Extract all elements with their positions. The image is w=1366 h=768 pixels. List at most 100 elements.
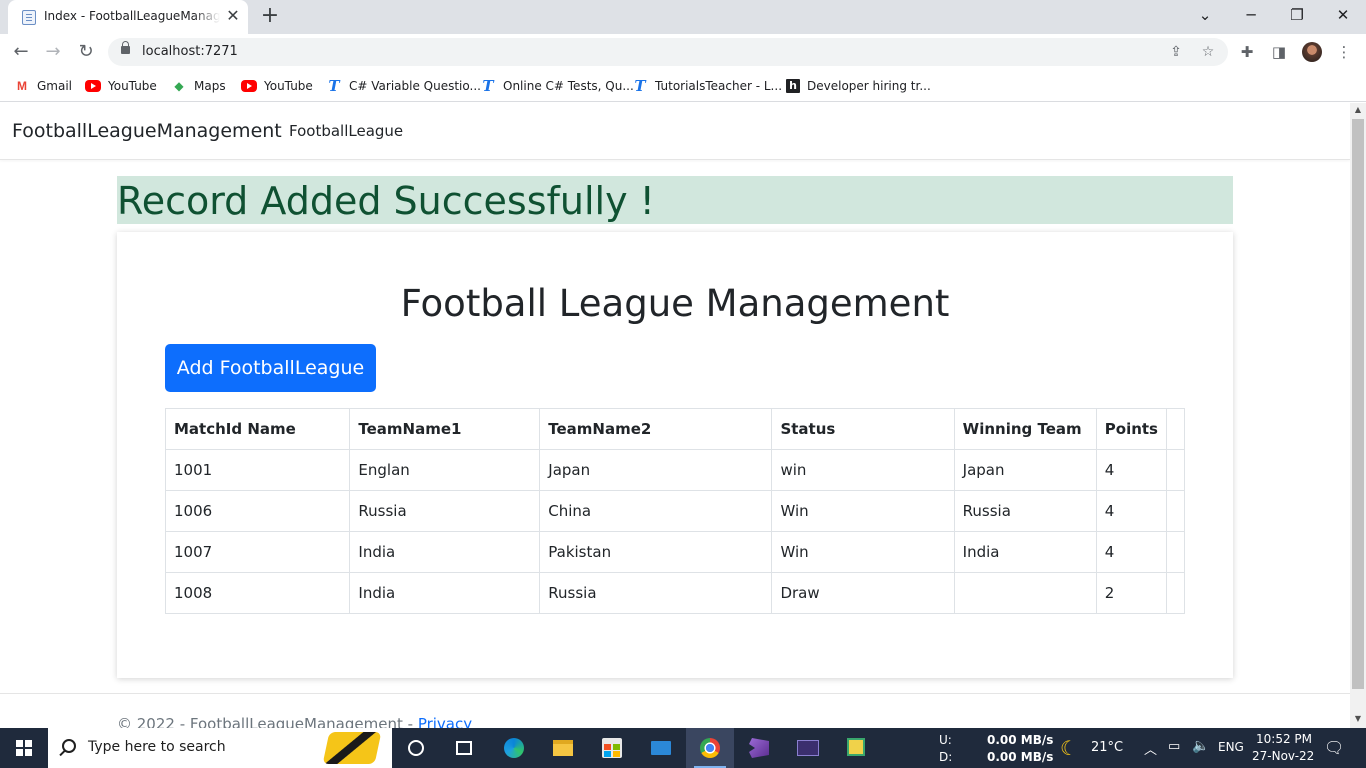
table-cell (1165, 490, 1186, 532)
clock-date[interactable]: 27-Nov-22 (1252, 749, 1314, 763)
terminal-icon (797, 740, 819, 756)
temperature[interactable]: 21°C (1091, 740, 1123, 755)
scroll-down-icon[interactable]: ▼ (1350, 712, 1366, 726)
taskbar-edge[interactable] (490, 728, 538, 768)
taskbar-mail[interactable] (637, 728, 685, 768)
browser-tab[interactable]: Index - FootballLeagueManagement ✕ (8, 0, 248, 34)
bookmark-csharp-variable[interactable]: T C# Variable Questio... (326, 76, 481, 96)
table-cell: win (771, 449, 955, 491)
start-button[interactable] (0, 728, 48, 768)
scroll-thumb[interactable] (1352, 119, 1364, 689)
side-panel-icon[interactable]: ◨ (1267, 40, 1291, 64)
bookmark-gmail[interactable]: M Gmail (14, 76, 72, 96)
bookmark-youtube-2[interactable]: YouTube (241, 76, 313, 96)
table-cell: 4 (1095, 490, 1167, 532)
taskbar-terminal[interactable] (784, 728, 832, 768)
search-highlight-icon[interactable] (322, 732, 382, 764)
table-cell: Russia (953, 490, 1097, 532)
add-footballleague-button[interactable]: Add FootballLeague (165, 344, 376, 392)
taskbar-chrome[interactable] (686, 728, 734, 768)
back-icon[interactable]: ← (8, 40, 34, 64)
address-bar[interactable]: localhost:7271 ⇪ ☆ (108, 38, 1228, 66)
scroll-up-icon[interactable]: ▲ (1350, 103, 1366, 117)
restore-icon[interactable]: ❐ (1283, 4, 1311, 26)
bookmarks-bar: M Gmail YouTube ◆ Maps YouTube T C# Vari… (0, 70, 1366, 102)
table-cell: 1006 (164, 490, 351, 532)
table-cell (953, 572, 1097, 614)
forward-icon[interactable]: → (40, 40, 66, 64)
footer: © 2022 - FootballLeagueManagement - Priv… (117, 715, 472, 728)
bookmark-online-tests[interactable]: T Online C# Tests, Qu... (480, 76, 633, 96)
table-cell: Draw (771, 572, 955, 614)
taskbar-store[interactable] (588, 728, 636, 768)
cortana-icon (408, 740, 424, 756)
table-cell: Japan (953, 449, 1097, 491)
tab-search-icon[interactable]: ⌄ (1191, 4, 1219, 26)
matches-table: MatchId Name TeamName1 TeamName2 Status … (164, 408, 1186, 614)
table-cell: Win (771, 490, 955, 532)
bookmark-label: YouTube (264, 79, 313, 93)
app-icon (847, 738, 865, 756)
search-placeholder: Type here to search (88, 739, 226, 755)
profile-avatar[interactable] (1302, 42, 1322, 62)
nav-link-footballleague[interactable]: FootballLeague (289, 122, 403, 140)
brand-link[interactable]: FootballLeagueManagement (12, 120, 282, 142)
net-upload-speed: 0.00 MB/s (987, 733, 1054, 747)
tutorialsteacher-icon: T (634, 77, 646, 95)
table-cell: Englan (349, 449, 541, 491)
maps-icon: ◆ (174, 79, 184, 93)
table-cell (1165, 572, 1186, 614)
alert-message: Record Added Successfully ! (117, 179, 655, 223)
bookmark-tutorialsteacher[interactable]: T TutorialsTeacher - L... (632, 76, 782, 96)
tab-title: Index - FootballLeagueManagement (44, 9, 220, 23)
table-header-row: MatchId Name TeamName1 TeamName2 Status … (164, 408, 1186, 450)
weather-moon-icon[interactable]: ☾ (1060, 736, 1078, 760)
clock-time[interactable]: 10:52 PM (1256, 732, 1312, 746)
menu-icon[interactable]: ⋮ (1332, 40, 1356, 64)
reload-icon[interactable]: ↻ (73, 40, 99, 64)
taskbar-file-explorer[interactable] (539, 728, 587, 768)
task-view-icon (456, 741, 472, 755)
url-text[interactable]: localhost:7271 (142, 44, 238, 59)
bookmark-label: TutorialsTeacher - L... (655, 79, 783, 93)
volume-icon[interactable]: 🔈 (1192, 738, 1209, 754)
bookmark-youtube[interactable]: YouTube (85, 76, 157, 96)
bookmark-developer-hiring[interactable]: h Developer hiring tr... (786, 76, 931, 96)
table-cell: China (539, 490, 773, 532)
chrome-icon (700, 738, 720, 758)
extensions-icon[interactable]: ✚ (1235, 40, 1259, 64)
task-view-button[interactable] (440, 728, 488, 768)
new-tab-icon[interactable]: + (258, 5, 282, 29)
close-window-icon[interactable]: ✕ (1329, 4, 1357, 26)
table-cell: 4 (1095, 449, 1167, 491)
bookmark-star-icon[interactable]: ☆ (1198, 42, 1218, 62)
taskbar-visual-studio[interactable] (735, 728, 783, 768)
page-scrollbar[interactable]: ▲ ▼ (1350, 103, 1366, 728)
browser-tab-strip: Index - FootballLeagueManagement ✕ + ⌄ ─… (0, 0, 1366, 34)
language-indicator[interactable]: ENG (1218, 740, 1244, 754)
youtube-icon (85, 80, 101, 92)
cortana-button[interactable] (392, 728, 440, 768)
taskbar-app[interactable] (833, 728, 881, 768)
bookmark-maps[interactable]: ◆ Maps (171, 76, 225, 96)
close-tab-icon[interactable]: ✕ (224, 7, 242, 25)
net-download-label: D: (939, 750, 953, 764)
show-hidden-icons[interactable]: ︿ (1144, 739, 1157, 758)
privacy-link[interactable]: Privacy (418, 715, 472, 728)
battery-icon[interactable]: ▭ (1168, 739, 1180, 754)
lock-icon[interactable] (121, 41, 130, 54)
browser-toolbar: ← → ↻ localhost:7271 ⇪ ☆ ✚ ◨ ⋮ (0, 34, 1366, 70)
store-icon (602, 738, 622, 758)
table-cell: 1008 (164, 572, 351, 614)
app-navbar: FootballLeagueManagement FootballLeague (0, 103, 1350, 160)
column-header: Winning Team (953, 408, 1097, 450)
column-header: Status (771, 408, 955, 450)
footer-text: © 2022 - FootballLeagueManagement - (117, 715, 418, 728)
table-cell: India (349, 531, 541, 573)
minimize-icon[interactable]: ─ (1237, 4, 1265, 26)
table-cell: Japan (539, 449, 773, 491)
share-icon[interactable]: ⇪ (1166, 42, 1186, 62)
notifications-icon[interactable]: 🗨 (1324, 738, 1344, 757)
taskbar-search[interactable]: Type here to search (48, 728, 392, 768)
windows-taskbar: Type here to search U: D: 0.00 MB/s 0.00… (0, 728, 1366, 768)
